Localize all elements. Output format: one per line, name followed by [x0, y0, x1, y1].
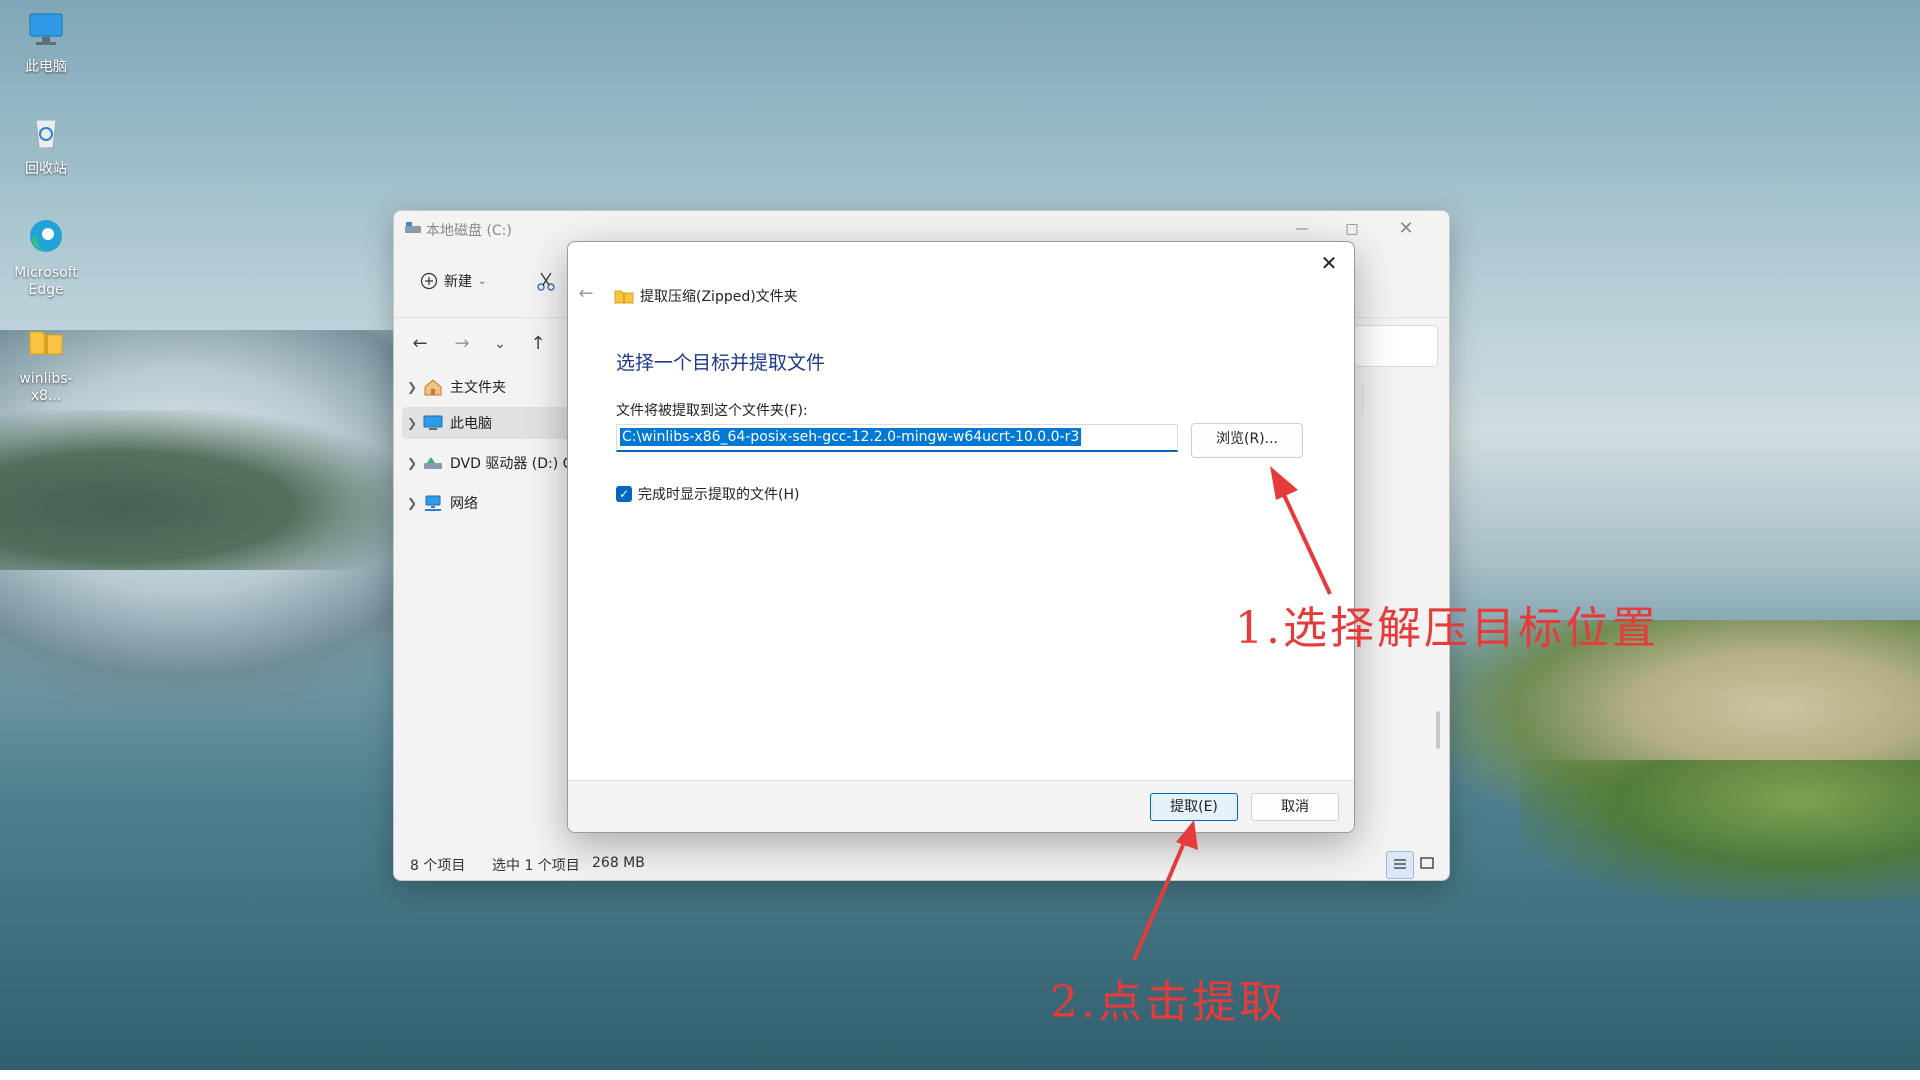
- sidebar-item-label: 此电脑: [450, 416, 492, 432]
- desktop-icon-recycle-bin[interactable]: 回收站: [6, 112, 86, 178]
- desktop-icon-label: 回收站: [25, 161, 67, 177]
- recycle-bin-icon: [35, 119, 57, 149]
- sidebar-item-home[interactable]: ❯ 主文件夹: [402, 371, 577, 403]
- sidebar-item-this-pc[interactable]: ❯ 此电脑: [402, 407, 577, 439]
- navigation-pane: ❯ 主文件夹 ❯ 此电脑 ❯ DVD 驱动器 (D:) C ❯ 网络: [394, 371, 577, 831]
- destination-label: 文件将被提取到这个文件夹(F):: [616, 403, 808, 419]
- chevron-right-icon: ❯: [406, 416, 418, 430]
- desktop-bottom-strip: [0, 1070, 1920, 1080]
- back-arrow-icon[interactable]: ←: [408, 332, 432, 356]
- scissors-icon[interactable]: [534, 269, 558, 293]
- status-selection: 选中 1 个项目: [492, 858, 580, 874]
- forward-arrow-icon[interactable]: →: [450, 332, 474, 356]
- edge-icon: [30, 220, 62, 252]
- dialog-heading: 选择一个目标并提取文件: [616, 352, 826, 374]
- tiles-view-icon: [1420, 857, 1434, 869]
- back-arrow-icon[interactable]: ←: [574, 282, 598, 306]
- desktop-icon-label: 此电脑: [25, 59, 67, 75]
- show-files-checkbox[interactable]: ✓: [616, 486, 632, 502]
- maximize-button[interactable]: □: [1330, 215, 1374, 243]
- desktop-icon-label: winlibs-x8...: [19, 371, 73, 404]
- drive-icon: [405, 222, 421, 233]
- dialog-footer: 提取(E) 取消: [568, 780, 1354, 832]
- desktop-icon-label: Microsoft Edge: [14, 265, 78, 298]
- search-box[interactable]: [1354, 325, 1438, 367]
- explorer-title: 本地磁盘 (C:): [426, 223, 512, 239]
- computer-icon: [29, 13, 63, 45]
- desktop-icon-this-pc[interactable]: 此电脑: [6, 10, 86, 76]
- close-button[interactable]: ✕: [1384, 215, 1428, 243]
- zip-folder-icon: [29, 331, 63, 355]
- recent-dropdown-icon[interactable]: ⌄: [488, 332, 512, 356]
- destination-path-input[interactable]: C:\winlibs-x86_64-posix-seh-gcc-12.2.0-m…: [616, 424, 1178, 452]
- up-arrow-icon[interactable]: ↑: [526, 332, 550, 356]
- wallpaper-forest: [0, 410, 420, 570]
- show-files-label[interactable]: 完成时显示提取的文件(H): [638, 484, 799, 504]
- large-icons-view-button[interactable]: [1414, 851, 1440, 877]
- wallpaper-grass: [1520, 760, 1920, 900]
- dvd-drive-icon: [424, 457, 442, 469]
- minimize-button[interactable]: —: [1280, 215, 1324, 243]
- list-view-icon: [1394, 859, 1406, 869]
- divider: [1362, 383, 1363, 413]
- network-icon: [425, 495, 441, 511]
- cancel-button[interactable]: 取消: [1251, 793, 1339, 821]
- status-bar: 8 个项目 选中 1 个项目 268 MB: [394, 847, 1449, 879]
- plus-circle-icon: [420, 272, 438, 290]
- scrollbar[interactable]: [1436, 711, 1440, 749]
- sidebar-item-label: 主文件夹: [450, 380, 506, 396]
- annotation-step1: 1.选择解压目标位置: [1235, 603, 1659, 654]
- extract-button[interactable]: 提取(E): [1150, 793, 1238, 821]
- sidebar-item-network[interactable]: ❯ 网络: [402, 487, 577, 519]
- extract-zip-dialog: ✕ ← 提取压缩(Zipped)文件夹 选择一个目标并提取文件 文件将被提取到这…: [567, 241, 1355, 833]
- chevron-right-icon: ❯: [406, 380, 418, 394]
- sidebar-item-dvd-drive[interactable]: ❯ DVD 驱动器 (D:) C: [402, 447, 577, 479]
- desktop-icon-zip[interactable]: winlibs-x8...: [6, 322, 86, 405]
- sidebar-item-label: DVD 驱动器 (D:) C: [450, 456, 573, 472]
- browse-button[interactable]: 浏览(R)...: [1191, 423, 1303, 458]
- dialog-close-button[interactable]: ✕: [1314, 250, 1344, 276]
- sidebar-item-label: 网络: [450, 496, 478, 512]
- chevron-right-icon: ❯: [406, 456, 418, 470]
- chevron-down-icon: ⌄: [478, 275, 487, 287]
- status-size: 268 MB: [592, 855, 645, 871]
- new-button-label: 新建: [444, 274, 472, 290]
- home-icon: [424, 379, 442, 396]
- chevron-right-icon: ❯: [406, 496, 418, 510]
- details-view-button[interactable]: [1386, 851, 1414, 879]
- dialog-title: 提取压缩(Zipped)文件夹: [640, 289, 798, 305]
- annotation-step2: 2.点击提取: [1050, 977, 1286, 1028]
- new-button[interactable]: 新建 ⌄: [412, 267, 494, 295]
- computer-icon: [423, 415, 443, 430]
- destination-path-value: C:\winlibs-x86_64-posix-seh-gcc-12.2.0-m…: [620, 428, 1082, 446]
- status-items-count: 8 个项目: [410, 858, 466, 874]
- zip-folder-icon: [614, 290, 634, 304]
- desktop-icon-edge[interactable]: Microsoft Edge: [6, 216, 86, 299]
